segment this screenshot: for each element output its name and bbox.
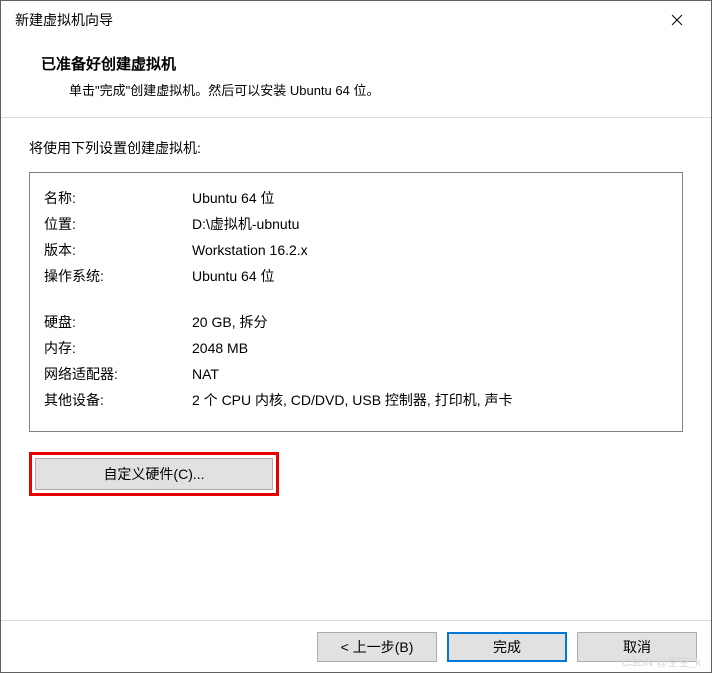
back-button[interactable]: < 上一步(B) <box>317 632 437 662</box>
settings-row: 版本: Workstation 16.2.x <box>44 237 668 263</box>
header-subtitle: 单击"完成"创建虚拟机。然后可以安装 Ubuntu 64 位。 <box>69 80 683 99</box>
settings-box: 名称: Ubuntu 64 位 位置: D:\虚拟机-ubnutu 版本: Wo… <box>29 172 683 432</box>
settings-row: 网络适配器: NAT <box>44 361 668 387</box>
settings-row: 内存: 2048 MB <box>44 335 668 361</box>
close-icon <box>671 14 683 26</box>
close-button[interactable] <box>657 5 697 35</box>
settings-label: 网络适配器: <box>44 361 192 387</box>
footer-bar: < 上一步(B) 完成 取消 CSDN @空空_k <box>1 620 711 672</box>
settings-label: 操作系统: <box>44 263 192 289</box>
customize-hardware-button[interactable]: 自定义硬件(C)... <box>35 458 273 490</box>
titlebar: 新建虚拟机向导 <box>1 1 711 39</box>
settings-value: Workstation 16.2.x <box>192 237 668 263</box>
settings-value: Ubuntu 64 位 <box>192 185 668 211</box>
settings-value: NAT <box>192 361 668 387</box>
settings-value: 20 GB, 拆分 <box>192 309 668 335</box>
settings-label: 版本: <box>44 237 192 263</box>
settings-value: 2048 MB <box>192 335 668 361</box>
settings-value: 2 个 CPU 内核, CD/DVD, USB 控制器, 打印机, 声卡 <box>192 387 668 413</box>
finish-button[interactable]: 完成 <box>447 632 567 662</box>
header-title: 已准备好创建虚拟机 <box>41 53 683 74</box>
settings-label: 名称: <box>44 185 192 211</box>
settings-row: 硬盘: 20 GB, 拆分 <box>44 309 668 335</box>
settings-prompt: 将使用下列设置创建虚拟机: <box>29 138 683 158</box>
settings-label: 其他设备: <box>44 387 192 413</box>
window-title: 新建虚拟机向导 <box>15 10 113 30</box>
settings-label: 内存: <box>44 335 192 361</box>
settings-value: D:\虚拟机-ubnutu <box>192 211 668 237</box>
settings-row: 其他设备: 2 个 CPU 内核, CD/DVD, USB 控制器, 打印机, … <box>44 387 668 413</box>
settings-value: Ubuntu 64 位 <box>192 263 668 289</box>
customize-highlight: 自定义硬件(C)... <box>29 452 279 496</box>
settings-label: 位置: <box>44 211 192 237</box>
cancel-button[interactable]: 取消 <box>577 632 697 662</box>
header-section: 已准备好创建虚拟机 单击"完成"创建虚拟机。然后可以安装 Ubuntu 64 位… <box>1 39 711 118</box>
wizard-window: 新建虚拟机向导 已准备好创建虚拟机 单击"完成"创建虚拟机。然后可以安装 Ubu… <box>0 0 712 673</box>
content-area: 将使用下列设置创建虚拟机: 名称: Ubuntu 64 位 位置: D:\虚拟机… <box>1 118 711 620</box>
settings-label: 硬盘: <box>44 309 192 335</box>
settings-gap <box>44 289 668 309</box>
settings-row: 名称: Ubuntu 64 位 <box>44 185 668 211</box>
settings-row: 操作系统: Ubuntu 64 位 <box>44 263 668 289</box>
settings-row: 位置: D:\虚拟机-ubnutu <box>44 211 668 237</box>
